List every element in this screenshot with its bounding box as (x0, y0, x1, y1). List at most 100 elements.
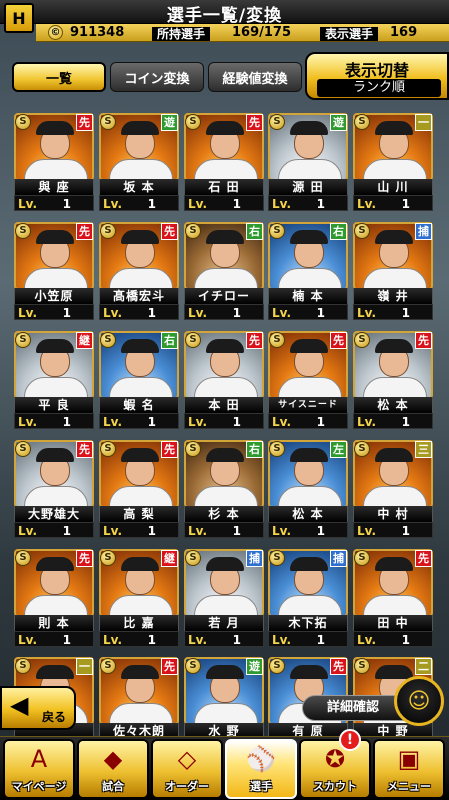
level-label: Lv. (103, 197, 123, 211)
player-card[interactable]: S 継平 良 Lv. 1 (14, 331, 94, 429)
shown-players-label: 表示選手 (320, 27, 379, 41)
player-card[interactable]: S 三中 村 Lv. 1 (353, 440, 433, 538)
player-figure-cap (375, 448, 413, 462)
coin-count: 911348 (70, 25, 125, 40)
player-level: Lv. 1 (184, 413, 264, 429)
player-figure-cap (36, 557, 74, 571)
tab-coin-convert[interactable]: コイン変換 (110, 62, 204, 92)
nav-match[interactable]: ◆ 試合 (77, 739, 149, 799)
player-card[interactable]: S 右杉 本 Lv. 1 (184, 440, 264, 538)
level-value: 1 (401, 415, 410, 429)
player-figure-cap (206, 121, 244, 135)
title-bar: 選手一覧/変換 (0, 0, 449, 26)
player-figure-body (109, 159, 173, 179)
player-name: 杉 本 (184, 506, 264, 522)
player-name: 與 座 (14, 179, 94, 195)
level-value: 1 (232, 633, 241, 647)
player-figure-body (109, 486, 173, 506)
tab-exp-convert[interactable]: 経験値変換 (208, 62, 302, 92)
player-card[interactable]: S 捕嶺 井 Lv. 1 (353, 222, 433, 320)
position-badge: 先 (76, 441, 93, 458)
view-toggle-button[interactable]: 表示切替 ランク順 (305, 52, 449, 100)
player-card[interactable]: S 先サイスニード Lv. 1 (268, 331, 348, 429)
player-detail-icon[interactable]: ☺ (394, 676, 444, 726)
player-figure-cap (206, 557, 244, 571)
nav-mypage[interactable]: A マイページ (3, 739, 75, 799)
nav-label: 試合 (102, 780, 124, 793)
player-card[interactable]: S 右イチロー Lv. 1 (184, 222, 264, 320)
player-figure-body (109, 703, 173, 723)
player-level: Lv. 1 (99, 631, 179, 647)
player-name: 本 田 (184, 397, 264, 413)
position-badge: 三 (415, 441, 432, 458)
player-card[interactable]: S 右楠 本 Lv. 1 (268, 222, 348, 320)
player-figure-cap (206, 230, 244, 244)
player-card[interactable]: S 先小笠原 Lv. 1 (14, 222, 94, 320)
position-badge: 左 (330, 441, 347, 458)
player-card[interactable]: S 先大野雄大 Lv. 1 (14, 440, 94, 538)
level-value: 1 (232, 197, 241, 211)
player-figure-cap (36, 230, 74, 244)
player-card[interactable]: S 先則 本 Lv. 1 (14, 549, 94, 647)
level-value: 1 (316, 633, 325, 647)
nav-menu[interactable]: ▣ メニュー (373, 739, 445, 799)
player-level: Lv. 1 (268, 413, 348, 429)
nav-players[interactable]: ⚾ 選手 (225, 739, 297, 799)
nav-label: 選手 (250, 780, 272, 793)
player-card[interactable]: S 先本 田 Lv. 1 (184, 331, 264, 429)
position-badge: 先 (246, 114, 263, 131)
level-label: Lv. (272, 524, 292, 538)
player-card[interactable]: S 一山 川 Lv. 1 (353, 113, 433, 211)
player-figure-body (194, 159, 258, 179)
level-value: 1 (232, 524, 241, 538)
player-card[interactable]: S 捕木下拓 Lv. 1 (268, 549, 348, 647)
player-card[interactable]: S 左松 本 Lv. 1 (268, 440, 348, 538)
player-card[interactable]: S 遊坂 本 Lv. 1 (99, 113, 179, 211)
rank-s-icon: S (185, 550, 201, 566)
position-badge: 先 (415, 550, 432, 567)
player-card[interactable]: S 遊源 田 Lv. 1 (268, 113, 348, 211)
rank-s-icon: S (269, 658, 285, 674)
nav-order[interactable]: ◇ オーダー (151, 739, 223, 799)
position-badge: 継 (161, 550, 178, 567)
level-value: 1 (147, 306, 156, 320)
player-figure-cap (121, 665, 159, 679)
back-label: 戻る (41, 710, 66, 724)
player-name: 大野雄大 (14, 506, 94, 522)
player-figure-cap (290, 665, 328, 679)
rank-s-icon: S (269, 332, 285, 348)
rank-s-icon: S (15, 114, 31, 130)
position-badge: 先 (330, 658, 347, 675)
player-level: Lv. 1 (268, 522, 348, 538)
position-badge: 遊 (330, 114, 347, 131)
player-card[interactable]: S 先與 座 Lv. 1 (14, 113, 94, 211)
player-card[interactable]: S 先高 梨 Lv. 1 (99, 440, 179, 538)
player-figure-cap (121, 557, 159, 571)
position-badge: 捕 (246, 550, 263, 567)
player-level: Lv. 1 (268, 304, 348, 320)
player-card[interactable]: S 先髙橋宏斗 Lv. 1 (99, 222, 179, 320)
level-value: 1 (316, 197, 325, 211)
shown-players-value: 169 (390, 25, 418, 40)
player-icon: ⚾ (246, 745, 276, 773)
player-card[interactable]: S 先田 中 Lv. 1 (353, 549, 433, 647)
level-label: Lv. (188, 306, 208, 320)
player-figure-cap (206, 448, 244, 462)
tab-list[interactable]: 一覧 (12, 62, 106, 92)
position-badge: 先 (161, 658, 178, 675)
player-card[interactable]: S 先松 本 Lv. 1 (353, 331, 433, 429)
level-value: 1 (401, 197, 410, 211)
player-card[interactable]: S 継比 嘉 Lv. 1 (99, 549, 179, 647)
menu-icon: ▣ (397, 745, 421, 773)
player-figure-body (278, 268, 342, 288)
player-card[interactable]: S 先石 田 Lv. 1 (184, 113, 264, 211)
back-button[interactable]: ◀ 戻る (0, 686, 76, 730)
player-name: 松 本 (353, 397, 433, 413)
player-figure-body (109, 377, 173, 397)
level-label: Lv. (188, 415, 208, 429)
detail-check-button[interactable]: 詳細確認 (302, 695, 404, 721)
player-level: Lv. 1 (353, 522, 433, 538)
player-card[interactable]: S 右蝦 名 Lv. 1 (99, 331, 179, 429)
player-card[interactable]: S 捕若 月 Lv. 1 (184, 549, 264, 647)
nav-scout[interactable]: ✪ スカウト (299, 739, 371, 799)
